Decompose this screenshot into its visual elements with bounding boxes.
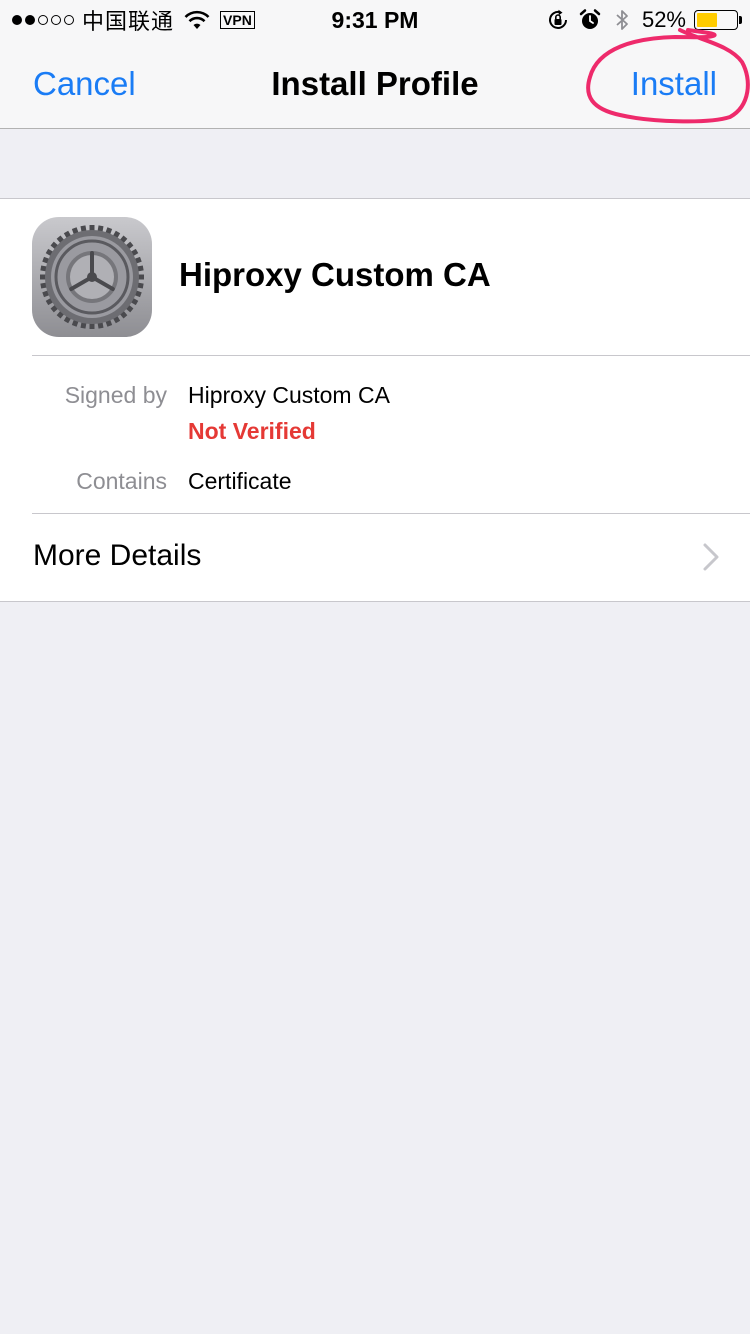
signed-by-label: Signed by xyxy=(64,382,167,408)
chevron-right-icon xyxy=(703,543,719,571)
more-details-label: More Details xyxy=(33,539,202,572)
battery-percentage: 52% xyxy=(641,7,686,32)
verification-status: Not Verified xyxy=(188,418,316,444)
alarm-icon xyxy=(579,9,601,29)
gear-graphic xyxy=(40,225,144,329)
profile-card: Hiproxy Custom CA Signed by Hiproxy Cust… xyxy=(0,198,750,602)
bluetooth-icon xyxy=(616,10,628,30)
profile-name: Hiproxy Custom CA xyxy=(179,256,491,293)
navigation-bar: Cancel Install Profile Install xyxy=(0,40,750,129)
battery-level-fill xyxy=(697,13,717,27)
signed-by-value: Hiproxy Custom CA xyxy=(188,382,390,408)
settings-gear-icon xyxy=(32,217,152,337)
more-details-row[interactable]: More Details xyxy=(0,514,750,601)
profile-header: Hiproxy Custom CA xyxy=(0,199,750,356)
orientation-lock-icon xyxy=(548,9,567,29)
status-right: 52% xyxy=(546,6,742,34)
battery-tip xyxy=(739,16,742,24)
contains-value: Certificate xyxy=(188,468,292,494)
contains-label: Contains xyxy=(76,468,167,494)
install-button[interactable]: Install xyxy=(631,64,717,104)
divider xyxy=(32,355,750,356)
battery-icon xyxy=(694,10,742,30)
status-bar: 中国联通 VPN 9:31 PM 52% xyxy=(0,0,750,40)
